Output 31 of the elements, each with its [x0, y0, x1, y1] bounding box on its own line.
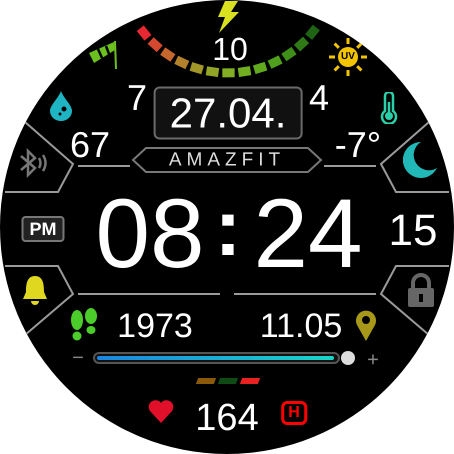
windsock-icon [86, 39, 120, 69]
minus-label: − [72, 348, 84, 368]
heart-zone-badge: H [281, 401, 307, 425]
distance-reading: 11.05 [260, 309, 342, 343]
hours-display: 08 [96, 184, 204, 282]
tab-outline [380, 265, 449, 336]
sun-icon [328, 37, 368, 77]
footprints-icon [69, 308, 99, 342]
uv-reading: 4 [308, 80, 330, 116]
thermometer-icon [380, 92, 398, 124]
tab-outline [5, 265, 74, 336]
wind-reading: 7 [126, 80, 148, 116]
plus-label: + [367, 350, 379, 370]
minutes-display: 24 [254, 184, 362, 282]
battery-reading: 10 [212, 33, 248, 65]
date-display: 27.04. [154, 86, 302, 140]
time-separator: : [214, 188, 242, 268]
seconds-display: 15 [388, 209, 438, 253]
heart-rate-reading: 164 [195, 399, 259, 437]
ampm-badge: PM [22, 216, 64, 242]
tab-outline [380, 121, 449, 193]
heart-icon [148, 399, 174, 423]
brand-label: AMAZFIT [168, 150, 286, 170]
water-drop-icon [50, 91, 72, 121]
slider-thumb[interactable] [341, 351, 355, 365]
temperature-reading: -7° [334, 127, 382, 163]
steps-reading: 1973 [117, 309, 193, 343]
uv-label: UV [341, 52, 355, 62]
humidity-reading: 67 [70, 127, 110, 163]
location-pin-icon [355, 309, 377, 341]
lightning-icon [216, 1, 240, 33]
